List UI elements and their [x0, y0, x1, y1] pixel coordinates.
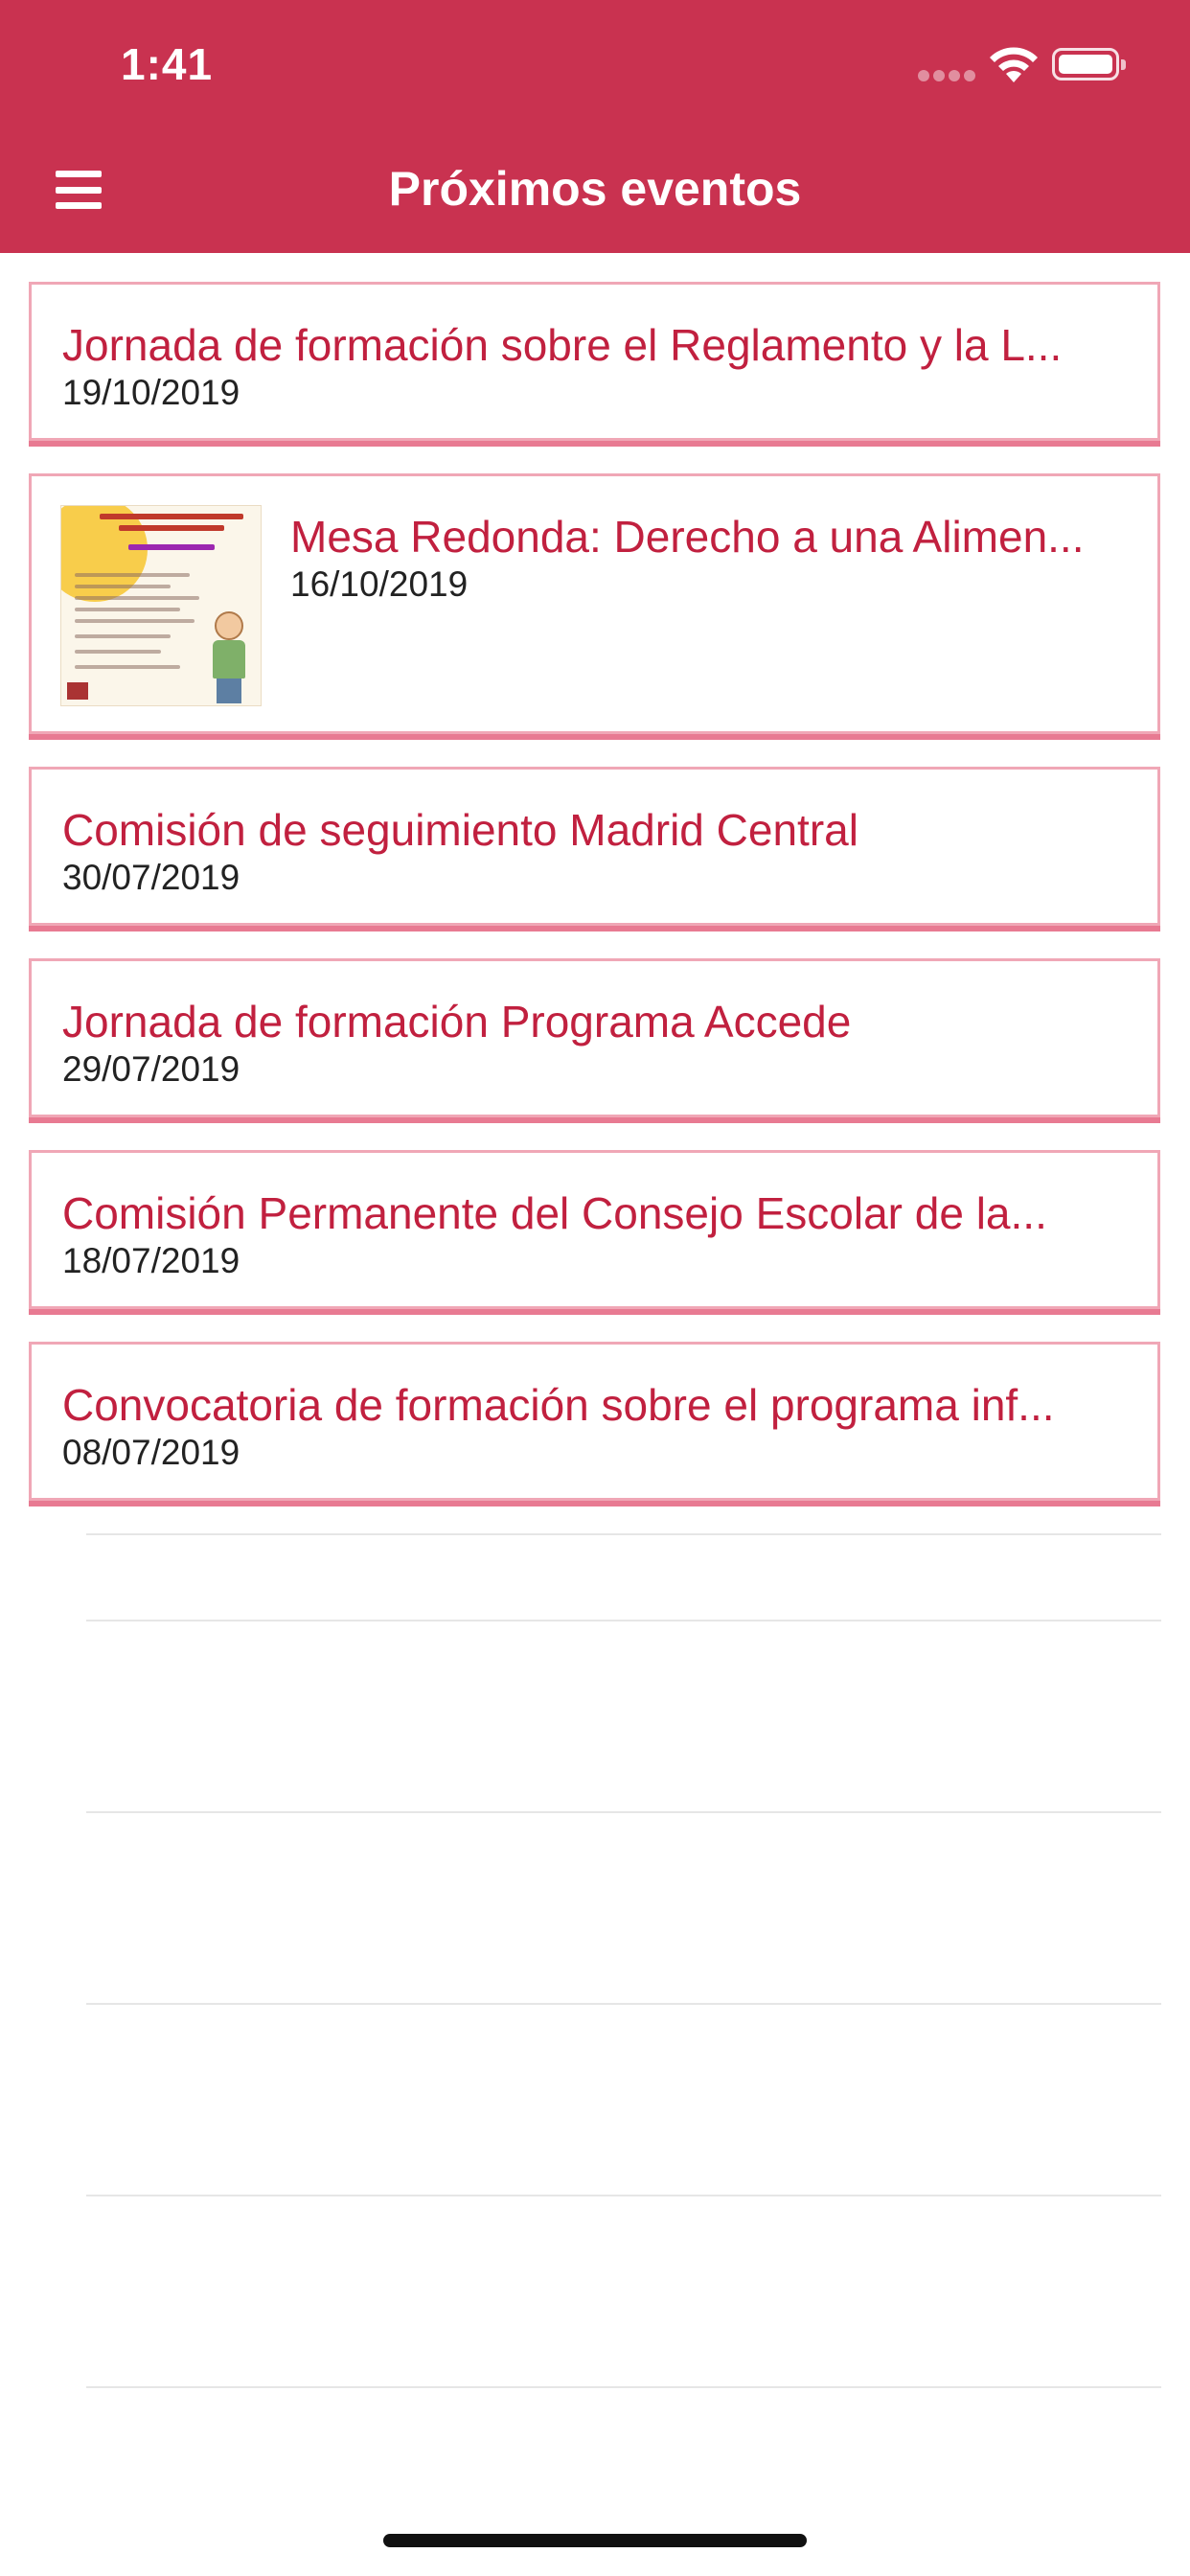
event-title: Comisión Permanente del Consejo Escolar …	[62, 1188, 1047, 1238]
empty-row-separator	[86, 1620, 1161, 1622]
event-card[interactable]: Convocatoria de formación sobre el progr…	[29, 1342, 1160, 1501]
cellular-signal-icon	[918, 70, 975, 81]
empty-row-separator	[86, 1811, 1161, 1813]
event-card[interactable]: Mesa Redonda: Derecho a una Alimen... 16…	[29, 473, 1160, 734]
battery-icon	[1052, 48, 1126, 80]
empty-row-separator	[86, 2195, 1161, 2196]
status-bar-time: 1:41	[121, 39, 214, 89]
wifi-icon	[990, 47, 1038, 82]
event-title: Jornada de formación Programa Accede	[62, 997, 852, 1046]
event-title: Convocatoria de formación sobre el progr…	[62, 1380, 1055, 1430]
event-date: 19/10/2019	[62, 373, 240, 412]
event-date: 16/10/2019	[290, 564, 469, 604]
event-card[interactable]: Jornada de formación Programa Accede 29/…	[29, 958, 1160, 1117]
event-title: Comisión de seguimiento Madrid Central	[62, 805, 858, 855]
event-card[interactable]: Comisión Permanente del Consejo Escolar …	[29, 1150, 1160, 1309]
home-indicator[interactable]	[383, 2534, 807, 2547]
event-date: 30/07/2019	[62, 858, 240, 897]
event-title: Mesa Redonda: Derecho a una Alimen...	[290, 512, 1085, 562]
navigation-header: 1:41 Próximos eventos	[0, 0, 1190, 253]
empty-row-separator	[86, 1533, 1161, 1535]
event-card[interactable]: Comisión de seguimiento Madrid Central 3…	[29, 767, 1160, 926]
page-title: Próximos eventos	[388, 162, 802, 216]
event-card[interactable]: Jornada de formación sobre el Reglamento…	[29, 282, 1160, 441]
event-date: 08/07/2019	[62, 1433, 240, 1472]
event-thumbnail-image	[60, 505, 262, 706]
empty-row-separator	[86, 2003, 1161, 2005]
empty-row-separator	[86, 2386, 1161, 2388]
event-date: 18/07/2019	[62, 1241, 240, 1280]
event-date: 29/07/2019	[62, 1049, 240, 1089]
event-title: Jornada de formación sobre el Reglamento…	[62, 320, 1063, 370]
